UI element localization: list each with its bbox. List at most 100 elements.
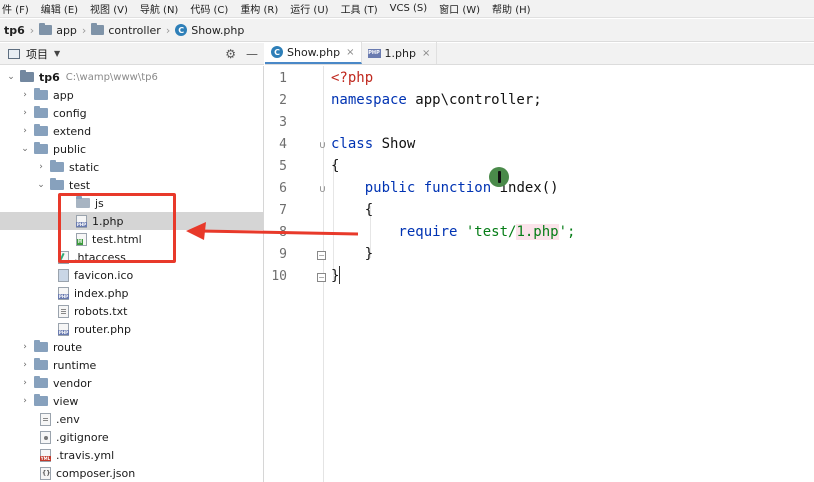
breadcrumb-app-label: app <box>56 23 77 37</box>
fold-icon[interactable]: − <box>317 251 326 260</box>
folder-icon <box>34 376 48 388</box>
text-file-icon <box>58 304 69 318</box>
chevron-right-icon[interactable]: › <box>20 396 30 406</box>
chevron-right-icon[interactable]: › <box>20 90 30 100</box>
tree-item-tp6[interactable]: ⌄ tp6 C:\wamp\www\tp6 <box>0 68 263 86</box>
chevron-right-icon[interactable]: › <box>20 360 30 370</box>
menu-navigate[interactable]: 导航 (N) <box>140 1 178 16</box>
folder-icon <box>34 124 48 136</box>
tree-item-extend[interactable]: › extend <box>0 122 263 140</box>
tab-label: 1.php <box>384 46 416 60</box>
breadcrumb-app[interactable]: app <box>39 23 77 37</box>
tree-item-app[interactable]: › app <box>0 86 263 104</box>
tab-1-php[interactable]: PHP 1.php × <box>362 42 438 64</box>
menu-run[interactable]: 运行 (U) <box>290 1 328 16</box>
chevron-down-icon[interactable]: ⌄ <box>36 180 46 190</box>
folder-icon <box>50 160 64 172</box>
project-panel-tools: ⚙ — <box>225 47 258 61</box>
project-tree: ⌄ tp6 C:\wamp\www\tp6 › app › config › e… <box>0 66 264 482</box>
folder-icon <box>50 178 64 190</box>
code-token: 1.php <box>516 224 559 240</box>
tree-item-composer[interactable]: composer.json <box>0 464 263 482</box>
code-token: public function <box>331 180 492 196</box>
tree-item-vendor[interactable]: › vendor <box>0 374 263 392</box>
code-token: namespace <box>331 92 407 108</box>
breadcrumb-root-label: tp6 <box>4 23 25 37</box>
line-number: 2 <box>279 93 287 108</box>
tree-item-router-php[interactable]: router.php <box>0 320 263 338</box>
chevron-down-icon[interactable]: ⌄ <box>20 144 30 154</box>
breadcrumb-controller-label: controller <box>108 23 161 37</box>
line-number: 6 <box>279 181 287 196</box>
tree-item-route[interactable]: › route <box>0 338 263 356</box>
text-caret <box>339 266 340 284</box>
minimize-icon[interactable]: — <box>246 47 258 61</box>
tree-item-env[interactable]: .env <box>0 410 263 428</box>
mouse-cursor-icon <box>489 167 509 187</box>
fold-icon[interactable]: − <box>317 273 326 282</box>
tab-show-php[interactable]: C Show.php × <box>265 42 362 64</box>
chevron-right-icon[interactable]: › <box>20 378 30 388</box>
breadcrumb-controller[interactable]: controller <box>91 23 161 37</box>
menu-edit[interactable]: 编辑 (E) <box>41 1 78 16</box>
breadcrumb-root[interactable]: tp6 <box>4 24 25 37</box>
menu-vcs[interactable]: VCS (S) <box>390 3 428 14</box>
annotation-highlight-box <box>58 193 176 263</box>
chevron-right-icon: › <box>165 23 171 37</box>
chevron-down-icon[interactable]: ▼ <box>54 49 60 58</box>
menu-file[interactable]: 件 (F) <box>2 1 29 16</box>
code-token: <?php <box>331 70 374 86</box>
fold-icon[interactable]: ∪ <box>317 140 328 152</box>
project-panel-header: 项目 ▼ ⚙ — <box>0 43 264 65</box>
tree-label: .travis.yml <box>56 448 115 462</box>
tree-item-index-php[interactable]: index.php <box>0 284 263 302</box>
tree-item-public[interactable]: ⌄ public <box>0 140 263 158</box>
gear-icon[interactable]: ⚙ <box>225 47 236 61</box>
folder-icon <box>34 142 48 154</box>
menu-help[interactable]: 帮助 (H) <box>492 1 531 16</box>
folder-icon <box>39 23 53 35</box>
tree-item-gitignore[interactable]: .gitignore <box>0 428 263 446</box>
menu-refactor[interactable]: 重构 (R) <box>240 1 278 16</box>
code-line-7: { <box>331 202 373 218</box>
code-editor[interactable]: 1 2 3 4 5 6 7 8 9 10 ∪ ∪ − − <?php names… <box>265 66 814 482</box>
tree-label: app <box>53 88 74 102</box>
menu-window[interactable]: 窗口 (W) <box>439 1 480 16</box>
tree-label: config <box>53 106 87 120</box>
chevron-right-icon[interactable]: › <box>36 162 46 172</box>
breadcrumb-file[interactable]: C Show.php <box>175 24 244 37</box>
close-icon[interactable]: × <box>422 48 430 59</box>
close-icon[interactable]: × <box>346 47 354 58</box>
chevron-right-icon: › <box>29 23 35 37</box>
menu-tools[interactable]: 工具 (T) <box>341 1 378 16</box>
class-icon: C <box>175 24 188 36</box>
chevron-right-icon[interactable]: › <box>20 126 30 136</box>
tree-item-config[interactable]: › config <box>0 104 263 122</box>
code-token: { <box>331 202 374 218</box>
code-token: { <box>331 158 340 174</box>
php-file-icon <box>58 286 69 300</box>
menu-code[interactable]: 代码 (C) <box>190 1 228 16</box>
code-token: app\controller; <box>406 92 542 108</box>
tree-item-runtime[interactable]: › runtime <box>0 356 263 374</box>
tree-item-travis[interactable]: .travis.yml <box>0 446 263 464</box>
chevron-right-icon: › <box>81 23 87 37</box>
project-icon <box>8 48 20 59</box>
json-file-icon <box>40 466 51 480</box>
fold-icon[interactable]: ∪ <box>317 184 328 196</box>
chevron-down-icon[interactable]: ⌄ <box>6 72 16 82</box>
project-panel-title[interactable]: 项目 <box>26 46 48 62</box>
menu-bar: 件 (F) 编辑 (E) 视图 (V) 导航 (N) 代码 (C) 重构 (R)… <box>0 0 814 18</box>
line-number: 3 <box>279 115 287 130</box>
chevron-right-icon[interactable]: › <box>20 108 30 118</box>
chevron-right-icon[interactable]: › <box>20 342 30 352</box>
code-line-8: require 'test/1.php'; <box>331 224 575 240</box>
tree-item-view[interactable]: › view <box>0 392 263 410</box>
tree-item-robots[interactable]: robots.txt <box>0 302 263 320</box>
menu-view[interactable]: 视图 (V) <box>90 1 128 16</box>
tree-item-test[interactable]: ⌄ test <box>0 176 263 194</box>
tree-item-static[interactable]: › static <box>0 158 263 176</box>
code-token: 'test/ <box>457 224 517 240</box>
tree-item-favicon[interactable]: favicon.ico <box>0 266 263 284</box>
line-number: 10 <box>271 269 287 284</box>
